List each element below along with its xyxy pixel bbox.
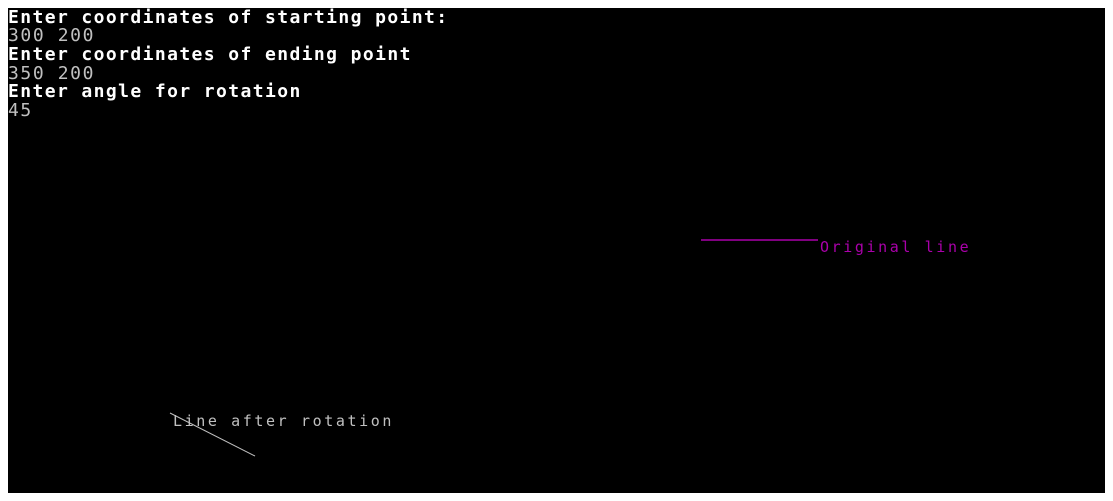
rotated-line-label: Line after rotation — [173, 412, 394, 430]
original-line-label: Original line — [820, 238, 971, 256]
console-window: Enter coordinates of starting point: 300… — [8, 8, 1105, 493]
graphics-canvas: Original line Line after rotation — [169, 238, 971, 457]
